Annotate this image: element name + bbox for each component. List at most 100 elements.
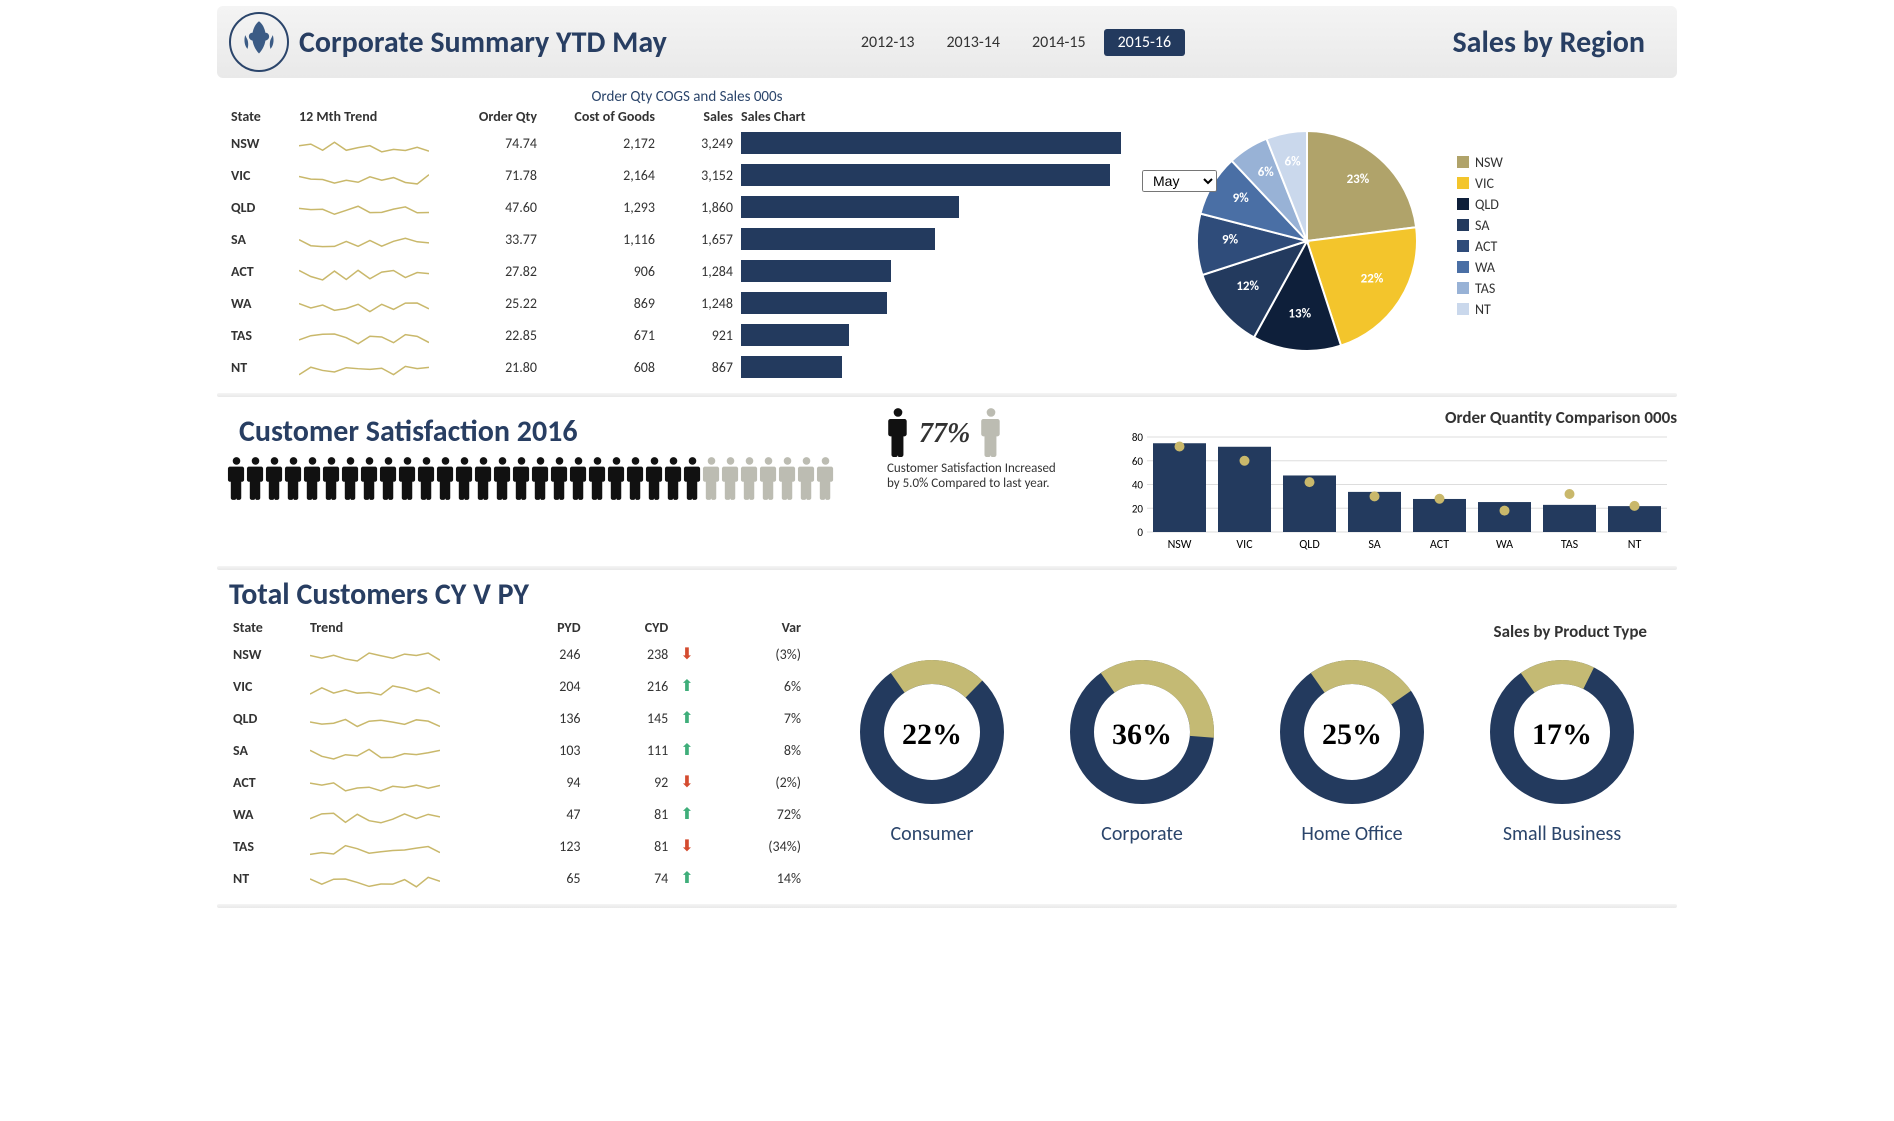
table-row: NT21.80608867 bbox=[227, 351, 1147, 383]
person-icon bbox=[721, 456, 740, 500]
arrow-down-icon: ⬇ bbox=[680, 645, 693, 664]
table-row: VIC204216⬆6% bbox=[227, 670, 807, 702]
sparkline bbox=[299, 324, 429, 346]
satisfaction-title: Customer Satisfaction 2016 bbox=[239, 413, 855, 450]
sparkline bbox=[299, 132, 429, 154]
sparkline bbox=[299, 260, 429, 282]
header-banner: Corporate Summary YTD May 2012-132013-14… bbox=[217, 6, 1677, 78]
year-tab-2012-13[interactable]: 2012-13 bbox=[847, 29, 929, 56]
sales-bar bbox=[741, 164, 1110, 186]
person-icon bbox=[379, 456, 398, 500]
arrow-up-icon: ⬆ bbox=[680, 677, 693, 696]
person-icon bbox=[664, 456, 683, 500]
sparkline bbox=[310, 867, 440, 889]
svg-text:ACT: ACT bbox=[1430, 538, 1449, 552]
donut-label: Corporate bbox=[1062, 822, 1222, 846]
sales-bar bbox=[741, 260, 891, 282]
svg-text:NSW: NSW bbox=[1168, 538, 1192, 552]
sales-bar bbox=[741, 132, 1121, 154]
person-icon bbox=[322, 456, 341, 500]
product-type-title: Sales by Product Type bbox=[827, 621, 1647, 642]
person-icon bbox=[246, 456, 265, 500]
sparkline bbox=[310, 771, 440, 793]
table-row: NT6574⬆14% bbox=[227, 862, 807, 894]
svg-text:13%: 13% bbox=[1288, 306, 1311, 321]
person-icon bbox=[360, 456, 379, 500]
sparkline bbox=[299, 356, 429, 378]
person-icon bbox=[740, 456, 759, 500]
satisfaction-pct: 77% bbox=[919, 418, 970, 450]
svg-text:0: 0 bbox=[1137, 526, 1143, 539]
person-icon bbox=[569, 456, 588, 500]
person-icon bbox=[474, 456, 493, 500]
person-icon bbox=[816, 456, 835, 500]
svg-text:20: 20 bbox=[1132, 502, 1144, 515]
person-icon bbox=[683, 456, 702, 500]
order-qty-chart: 020406080NSWVICQLDSAACTWATASNT bbox=[1117, 432, 1677, 552]
person-icon bbox=[797, 456, 816, 500]
person-icon bbox=[417, 456, 436, 500]
sparkline bbox=[310, 803, 440, 825]
svg-text:60: 60 bbox=[1132, 455, 1144, 468]
legend-item: VIC bbox=[1457, 175, 1503, 192]
arrow-up-icon: ⬆ bbox=[680, 869, 693, 888]
sparkline bbox=[310, 675, 440, 697]
svg-text:9%: 9% bbox=[1222, 232, 1239, 247]
year-tab-2013-14[interactable]: 2013-14 bbox=[932, 29, 1014, 56]
year-tab-2014-15[interactable]: 2014-15 bbox=[1018, 29, 1100, 56]
person-icon bbox=[702, 456, 721, 500]
arrow-up-icon: ⬆ bbox=[680, 805, 693, 824]
pie-legend: NSWVICQLDSAACTWATASNT bbox=[1457, 150, 1503, 322]
sparkline bbox=[299, 228, 429, 250]
person-icon bbox=[227, 456, 246, 500]
person-icon bbox=[265, 456, 284, 500]
legend-item: WA bbox=[1457, 259, 1503, 276]
arrow-up-icon: ⬆ bbox=[680, 709, 693, 728]
table-row: NSW74.742,1723,249 bbox=[227, 127, 1147, 159]
table-row: QLD47.601,2931,860 bbox=[227, 191, 1147, 223]
table-row: ACT9492⬇(2%) bbox=[227, 766, 807, 798]
person-icon bbox=[512, 456, 531, 500]
satisfaction-people bbox=[227, 456, 867, 500]
person-icon bbox=[887, 407, 909, 461]
svg-text:TAS: TAS bbox=[1561, 538, 1579, 552]
table-row: NSW246238⬇(3%) bbox=[227, 638, 807, 670]
page-title: Corporate Summary YTD May bbox=[299, 24, 667, 61]
table-row: ACT27.829061,284 bbox=[227, 255, 1147, 287]
year-tab-2015-16[interactable]: 2015-16 bbox=[1104, 29, 1186, 56]
donut-consumer: 22%Consumer bbox=[852, 652, 1012, 846]
customers-title: Total Customers CY V PY bbox=[229, 576, 1665, 613]
order-qty-title: Order Quantity Comparison 000s bbox=[1117, 407, 1677, 428]
sales-bar bbox=[741, 292, 887, 314]
globe-icon bbox=[229, 12, 289, 72]
legend-item: TAS bbox=[1457, 280, 1503, 297]
donut-label: Consumer bbox=[852, 822, 1012, 846]
satisfaction-note: Customer Satisfaction Increased by 5.0% … bbox=[887, 461, 1067, 491]
month-select[interactable]: May bbox=[1142, 170, 1217, 192]
svg-text:22%: 22% bbox=[1361, 271, 1384, 286]
donut-small-business: 17%Small Business bbox=[1482, 652, 1642, 846]
sales-bar bbox=[741, 196, 959, 218]
table-row: SA103111⬆8% bbox=[227, 734, 807, 766]
donut-corporate: 36%Corporate bbox=[1062, 652, 1222, 846]
svg-text:80: 80 bbox=[1132, 432, 1144, 444]
region-pie-chart: 23%22%13%12%9%9%6%6% bbox=[1167, 111, 1447, 361]
person-icon bbox=[607, 456, 626, 500]
person-icon bbox=[398, 456, 417, 500]
sparkline bbox=[310, 643, 440, 665]
legend-item: NT bbox=[1457, 301, 1503, 318]
person-icon bbox=[341, 456, 360, 500]
sparkline bbox=[310, 835, 440, 857]
svg-text:40: 40 bbox=[1132, 479, 1144, 492]
svg-text:NT: NT bbox=[1628, 538, 1642, 552]
arrow-down-icon: ⬇ bbox=[680, 773, 693, 792]
arrow-down-icon: ⬇ bbox=[680, 837, 693, 856]
sparkline bbox=[310, 707, 440, 729]
region-title: Sales by Region bbox=[1452, 24, 1665, 61]
sales-table: State12 Mth TrendOrder QtyCost of GoodsS… bbox=[227, 106, 1147, 383]
sales-bar bbox=[741, 324, 849, 346]
arrow-up-icon: ⬆ bbox=[680, 741, 693, 760]
donut-label: Home Office bbox=[1272, 822, 1432, 846]
person-icon bbox=[493, 456, 512, 500]
person-icon bbox=[436, 456, 455, 500]
